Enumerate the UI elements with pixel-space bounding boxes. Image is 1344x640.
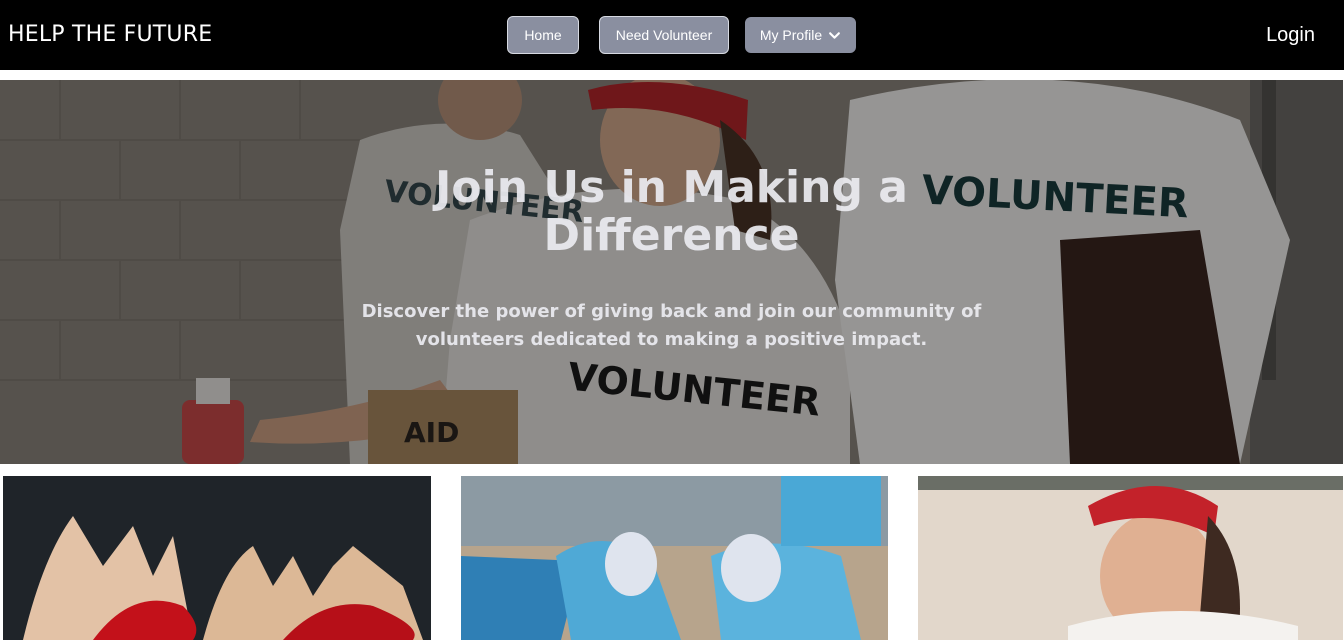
my-profile-dropdown[interactable]: My Profile — [745, 17, 856, 53]
gallery-image-beach-cleanup — [461, 476, 888, 640]
hero-title: Join Us in Making a Difference — [0, 164, 1343, 260]
login-link[interactable]: Login — [1266, 24, 1315, 47]
gallery-image-hands — [3, 476, 431, 640]
hero-banner: AID VOLUNTEER VOLUNTEER VOLUNTEER Join U… — [0, 80, 1343, 464]
chevron-down-icon — [829, 31, 841, 39]
hero-subtitle: Discover the power of giving back and jo… — [0, 298, 1343, 354]
hero-subtitle-line-1: Discover the power of giving back and jo… — [361, 301, 982, 322]
home-button[interactable]: Home — [507, 16, 579, 54]
gallery-image-volunteer-woman — [918, 476, 1343, 640]
my-profile-label: My Profile — [759, 27, 823, 43]
hero-title-line-2: Difference — [543, 210, 800, 261]
need-volunteer-button[interactable]: Need Volunteer — [599, 16, 729, 54]
hero-subtitle-line-2: volunteers dedicated to making a positiv… — [415, 329, 928, 350]
top-navbar: HELP THE FUTURE Home Need Volunteer My P… — [0, 0, 1344, 70]
hero-title-line-1: Join Us in Making a — [435, 162, 908, 213]
hero-dark-overlay — [0, 80, 1343, 464]
brand-logo-text[interactable]: HELP THE FUTURE — [8, 22, 212, 47]
